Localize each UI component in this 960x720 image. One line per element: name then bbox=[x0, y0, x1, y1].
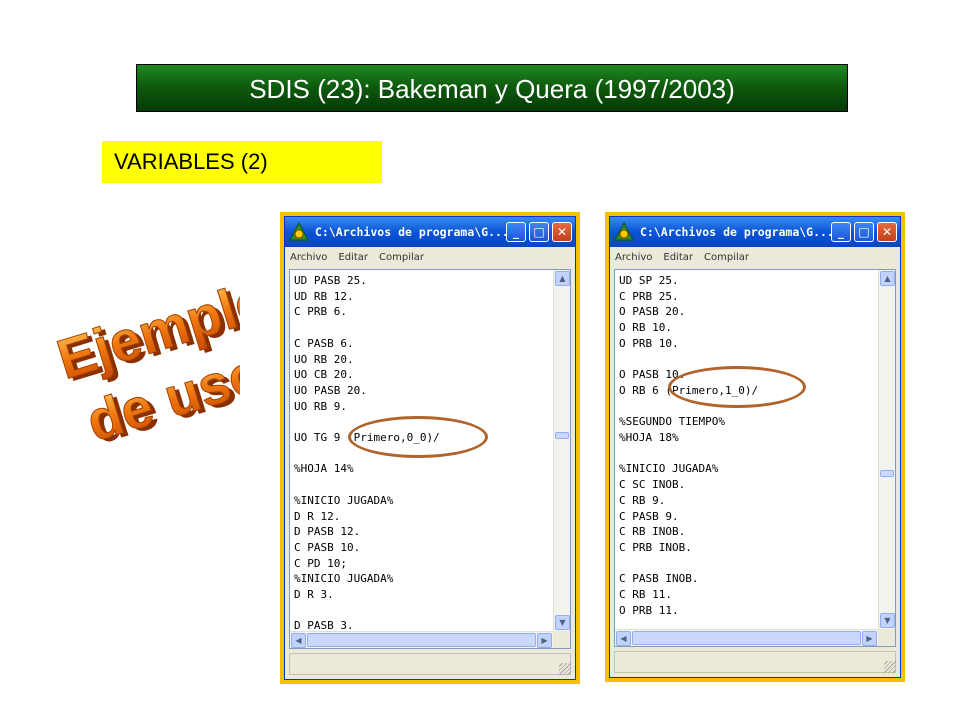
chevron-up-icon: ▲ bbox=[884, 274, 891, 283]
section-label: VARIABLES (2) bbox=[102, 141, 382, 183]
horizontal-scrollbar[interactable]: ◀ ▶ bbox=[290, 631, 553, 648]
maximize-icon: □ bbox=[858, 225, 870, 239]
maximize-icon: □ bbox=[533, 225, 545, 239]
code-editor[interactable]: UD SP 25. C PRB 25. O PASB 20. O RB 10. … bbox=[614, 269, 896, 647]
editor-window-2-frame: C:\Archivos de programa\G... _ □ ✕ Archi… bbox=[605, 212, 905, 682]
status-bar bbox=[289, 653, 571, 675]
scrollbar-corner bbox=[553, 631, 570, 648]
window-title: C:\Archivos de programa\G... bbox=[315, 225, 506, 239]
scroll-left-button[interactable]: ◀ bbox=[616, 631, 631, 646]
vertical-scrollbar[interactable]: ▲ ▼ bbox=[553, 270, 570, 631]
slide-title: SDIS (23): Bakeman y Quera (1997/2003) bbox=[136, 64, 848, 112]
minimize-button[interactable]: _ bbox=[506, 222, 526, 242]
scroll-right-button[interactable]: ▶ bbox=[537, 633, 552, 648]
vertical-scroll-thumb[interactable] bbox=[555, 432, 569, 439]
minimize-icon: _ bbox=[838, 225, 844, 239]
resize-grip-icon[interactable] bbox=[559, 663, 571, 675]
scroll-up-button[interactable]: ▲ bbox=[555, 271, 570, 286]
chevron-down-icon: ▼ bbox=[884, 616, 891, 625]
window-title: C:\Archivos de programa\G... bbox=[640, 225, 831, 239]
app-icon bbox=[289, 222, 309, 241]
maximize-button[interactable]: □ bbox=[529, 222, 549, 242]
chevron-left-icon: ◀ bbox=[620, 634, 627, 643]
minimize-icon: _ bbox=[513, 225, 519, 239]
menu-compilar[interactable]: Compilar bbox=[379, 252, 424, 263]
code-editor[interactable]: UD PASB 25. UD RB 12. C PRB 6. C PASB 6.… bbox=[289, 269, 571, 649]
maximize-button[interactable]: □ bbox=[854, 222, 874, 242]
chevron-down-icon: ▼ bbox=[559, 618, 566, 627]
horizontal-scrollbar[interactable]: ◀ ▶ bbox=[615, 629, 878, 646]
close-button[interactable]: ✕ bbox=[552, 222, 572, 242]
vertical-scroll-thumb[interactable] bbox=[880, 470, 894, 477]
menu-compilar[interactable]: Compilar bbox=[704, 252, 749, 263]
window-titlebar[interactable]: C:\Archivos de programa\G... _ □ ✕ bbox=[610, 217, 900, 247]
menu-editar[interactable]: Editar bbox=[338, 252, 368, 263]
menu-archivo[interactable]: Archivo bbox=[615, 252, 652, 263]
status-bar bbox=[614, 651, 896, 673]
scroll-up-button[interactable]: ▲ bbox=[880, 271, 895, 286]
scroll-down-button[interactable]: ▼ bbox=[555, 615, 570, 630]
chevron-up-icon: ▲ bbox=[559, 274, 566, 283]
ejemplo-de-uso-stamp: Ejemplo Ejemplo de uso de uso bbox=[50, 278, 240, 456]
highlight-oval-primero-0-0 bbox=[348, 416, 488, 458]
menu-editar[interactable]: Editar bbox=[663, 252, 693, 263]
scrollbar-corner bbox=[878, 629, 895, 646]
close-icon: ✕ bbox=[881, 225, 893, 239]
horizontal-scroll-thumb[interactable] bbox=[307, 633, 536, 647]
chevron-right-icon: ▶ bbox=[541, 636, 548, 645]
chevron-right-icon: ▶ bbox=[866, 634, 873, 643]
menubar: Archivo Editar Compilar bbox=[610, 247, 900, 267]
window-titlebar[interactable]: C:\Archivos de programa\G... _ □ ✕ bbox=[285, 217, 575, 247]
close-icon: ✕ bbox=[556, 225, 568, 239]
vertical-scrollbar[interactable]: ▲ ▼ bbox=[878, 270, 895, 629]
code-text[interactable]: UD SP 25. C PRB 25. O PASB 20. O RB 10. … bbox=[615, 270, 877, 628]
menubar: Archivo Editar Compilar bbox=[285, 247, 575, 267]
close-button[interactable]: ✕ bbox=[877, 222, 897, 242]
minimize-button[interactable]: _ bbox=[831, 222, 851, 242]
horizontal-scroll-thumb[interactable] bbox=[632, 631, 861, 645]
resize-grip-icon[interactable] bbox=[884, 661, 896, 673]
app-icon bbox=[614, 222, 634, 241]
scroll-down-button[interactable]: ▼ bbox=[880, 613, 895, 628]
scroll-left-button[interactable]: ◀ bbox=[291, 633, 306, 648]
menu-archivo[interactable]: Archivo bbox=[290, 252, 327, 263]
chevron-left-icon: ◀ bbox=[295, 636, 302, 645]
highlight-oval-primero-1-0 bbox=[668, 366, 806, 408]
scroll-right-button[interactable]: ▶ bbox=[862, 631, 877, 646]
editor-window-2: C:\Archivos de programa\G... _ □ ✕ Archi… bbox=[609, 216, 901, 678]
